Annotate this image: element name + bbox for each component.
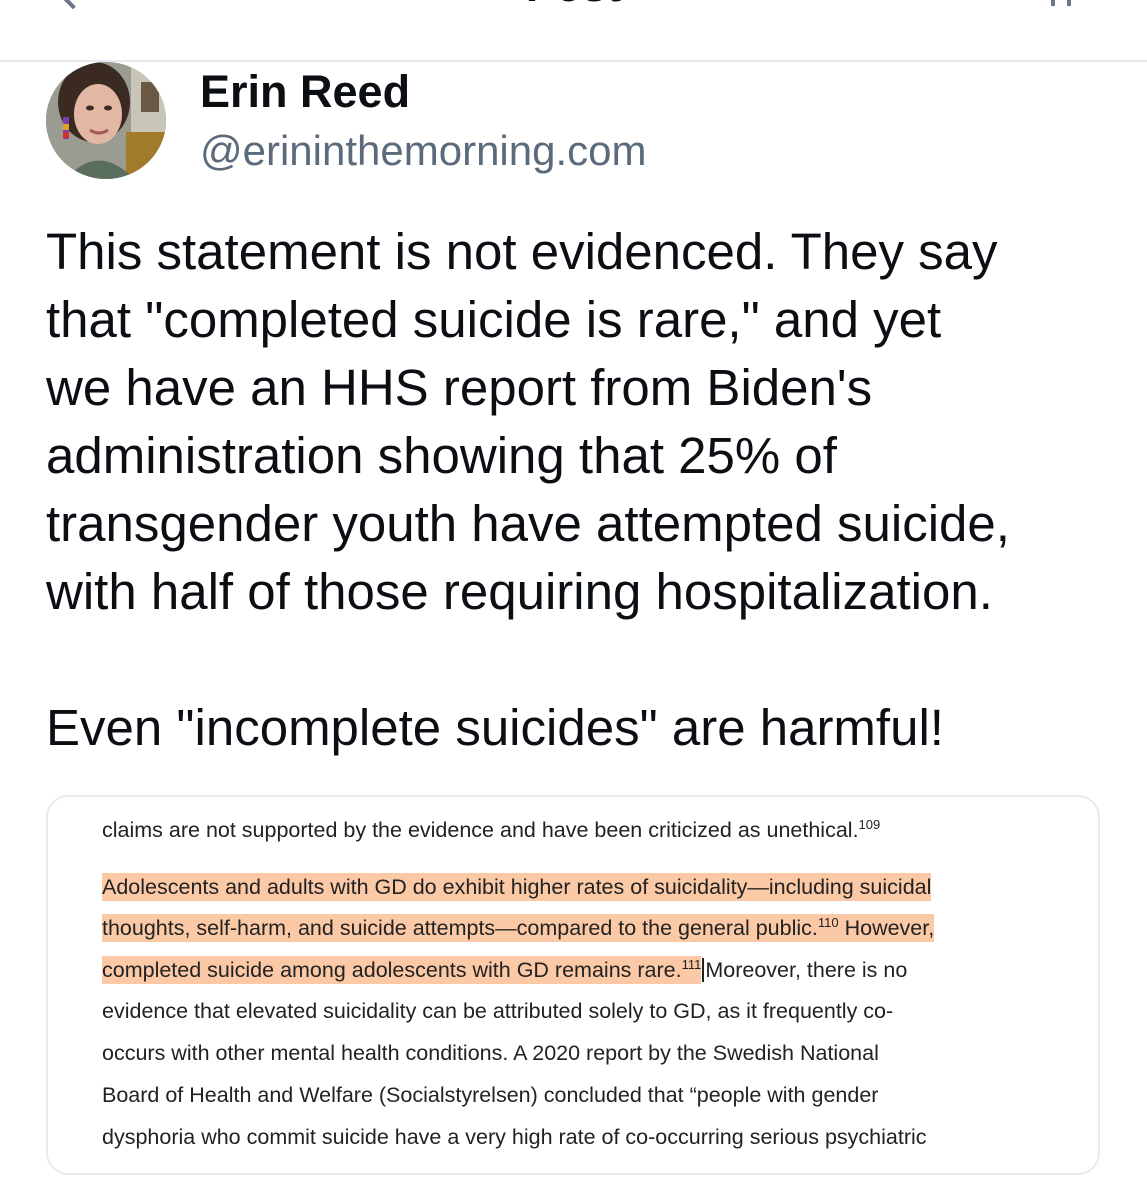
author-name[interactable]: Erin Reed [200, 66, 410, 118]
doc-line: dysphoria who commit suicide have a very… [102, 1125, 927, 1149]
nav-title: Post [0, 0, 1147, 12]
doc-line: claims are not supported by the evidence… [102, 816, 881, 842]
post-closing-line: Even "incomplete suicides" are harmful! [46, 699, 944, 756]
more-options-icon[interactable] [1047, 0, 1075, 8]
post-line: administration showing that 25% of [46, 427, 837, 484]
post-page: Post Erin Reed @erininthemorning.com Thi… [0, 0, 1147, 1200]
top-nav-bar: Post [0, 0, 1147, 62]
doc-line: occurs with other mental health conditio… [102, 1041, 879, 1065]
doc-line: evidence that elevated suicidality can b… [102, 999, 894, 1023]
footnote-ref: 110 [817, 914, 839, 930]
doc-line-highlighted: thoughts, self-harm, and suicide attempt… [102, 914, 935, 942]
avatar[interactable] [46, 62, 166, 179]
post-line: with half of those requiring hospitaliza… [46, 563, 993, 620]
post-line: This statement is not evidenced. They sa… [46, 223, 998, 280]
footnote-ref: 111 [681, 956, 702, 972]
post-body: This statement is not evidenced. They sa… [46, 218, 1126, 762]
doc-line-highlighted: completed suicide among adolescents with… [102, 956, 908, 984]
doc-line-highlighted: Adolescents and adults with GD do exhibi… [102, 873, 932, 901]
embedded-image[interactable]: claims are not supported by the evidence… [46, 795, 1100, 1175]
post-line: that "completed suicide is rare," and ye… [46, 291, 942, 348]
footnote-ref: 109 [858, 816, 881, 832]
post-line: transgender youth have attempted suicide… [46, 495, 1010, 552]
author-handle[interactable]: @erininthemorning.com [200, 126, 647, 176]
post-line: we have an HHS report from Biden's [46, 359, 873, 416]
doc-line: Board of Health and Welfare (Socialstyre… [102, 1083, 879, 1107]
